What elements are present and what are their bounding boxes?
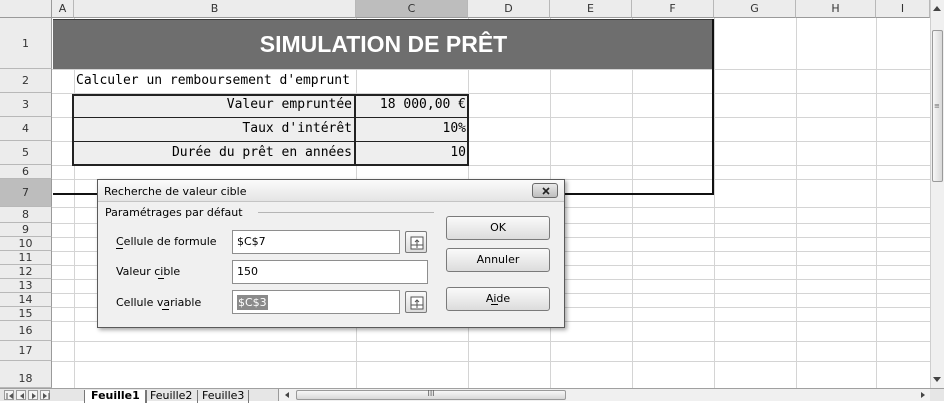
scroll-left-icon[interactable]	[282, 390, 292, 400]
column-header-g[interactable]: G	[714, 0, 796, 18]
sheet-frame-right	[712, 19, 714, 195]
variable-cell-input[interactable]: $C$3	[232, 290, 400, 314]
target-value-input[interactable]: 150	[232, 260, 428, 284]
row-header-18[interactable]: 18	[0, 361, 52, 388]
row-header-2[interactable]: 2	[0, 69, 52, 93]
row-header-16[interactable]: 16	[0, 321, 52, 341]
formula-cell-input[interactable]: $C$7	[232, 230, 400, 254]
loan-amount-value[interactable]: 18 000,00 €	[358, 97, 466, 112]
scroll-up-icon[interactable]	[931, 2, 943, 14]
row-header-3[interactable]: 3	[0, 93, 52, 117]
subtitle-cell[interactable]: Calculer un remboursement d'emprunt	[76, 73, 350, 88]
scroll-thumb-grip-icon: ≡	[934, 102, 940, 110]
sheet-title: SIMULATION DE PRÊT	[259, 31, 508, 57]
column-header-d[interactable]: D	[468, 0, 550, 18]
row-header-13[interactable]: 13	[0, 279, 52, 293]
target-value-label: Valeur cible	[116, 265, 181, 278]
column-header-h[interactable]: H	[796, 0, 876, 18]
interest-rate-label[interactable]: Taux d'intérêt	[76, 121, 352, 136]
variable-cell-label: Cellule variable	[116, 296, 202, 309]
next-sheet-icon[interactable]	[28, 390, 38, 400]
parameter-table-divider	[354, 94, 356, 166]
interest-rate-value[interactable]: 10%	[358, 121, 466, 136]
scroll-right-icon[interactable]	[918, 390, 928, 400]
loan-amount-label[interactable]: Valeur empruntée	[76, 97, 352, 112]
parameter-table-row-divider	[72, 117, 469, 118]
row-header-4[interactable]: 4	[0, 117, 52, 141]
row-header-12[interactable]: 12	[0, 265, 52, 279]
select-all-corner[interactable]	[0, 0, 52, 18]
row-header-6[interactable]: 6	[0, 165, 52, 179]
formula-cell-label: Cellule de formule	[116, 235, 217, 248]
defaults-group-line	[258, 212, 434, 213]
first-sheet-icon[interactable]	[4, 390, 14, 400]
shrink-icon	[410, 236, 424, 250]
close-icon[interactable]	[532, 183, 558, 198]
column-header-c[interactable]: C	[356, 0, 468, 18]
cancel-button[interactable]: Annuler	[446, 248, 550, 272]
row-header-5[interactable]: 5	[0, 141, 52, 165]
parameter-table-row-divider	[72, 141, 469, 142]
scroll-thumb-label: III	[427, 389, 435, 398]
target-value-label-underline	[158, 278, 164, 279]
scroll-down-icon[interactable]	[931, 374, 943, 386]
row-header-1[interactable]: 1	[0, 18, 52, 69]
prev-sheet-icon[interactable]	[16, 390, 26, 400]
row-header-7[interactable]: 7	[0, 179, 52, 207]
variable-cell-selected-text: $C$3	[237, 295, 268, 310]
loan-duration-label[interactable]: Durée du prêt en années	[76, 145, 352, 160]
row-header-17[interactable]: 17	[0, 341, 52, 361]
loan-duration-value[interactable]: 10	[358, 145, 466, 160]
row-header-9[interactable]: 9	[0, 223, 52, 237]
row-header-14[interactable]: 14	[0, 293, 52, 307]
sheet-tab-feuille1[interactable]: Feuille1	[84, 390, 147, 403]
row-header-10[interactable]: 10	[0, 237, 52, 251]
dialog-title: Recherche de valeur cible	[104, 185, 247, 198]
sheet-tab-feuille3[interactable]: Feuille3	[197, 390, 250, 403]
row-header-8[interactable]: 8	[0, 207, 52, 223]
defaults-group-label: Paramétrages par défaut	[105, 206, 243, 219]
column-header-e[interactable]: E	[550, 0, 632, 18]
row-header-11[interactable]: 11	[0, 251, 52, 265]
formula-cell-label-underline	[116, 248, 123, 249]
help-button-underline	[491, 304, 498, 305]
help-button[interactable]: Aide	[446, 287, 550, 311]
formula-cell-label-text: Cellule de formule	[116, 235, 217, 248]
last-sheet-icon[interactable]	[40, 390, 50, 400]
sheet-tab-feuille2[interactable]: Feuille2	[145, 390, 196, 403]
column-header-i[interactable]: I	[876, 0, 930, 18]
ok-button[interactable]: OK	[446, 216, 550, 240]
formula-cell-shrink-button[interactable]	[405, 231, 427, 253]
row-header-15[interactable]: 15	[0, 307, 52, 321]
shrink-icon	[410, 296, 424, 310]
variable-cell-label-underline	[162, 309, 169, 310]
column-header-f[interactable]: F	[632, 0, 714, 18]
column-header-b[interactable]: B	[74, 0, 356, 18]
variable-cell-shrink-button[interactable]	[405, 291, 427, 313]
column-header-a[interactable]: A	[52, 0, 74, 18]
